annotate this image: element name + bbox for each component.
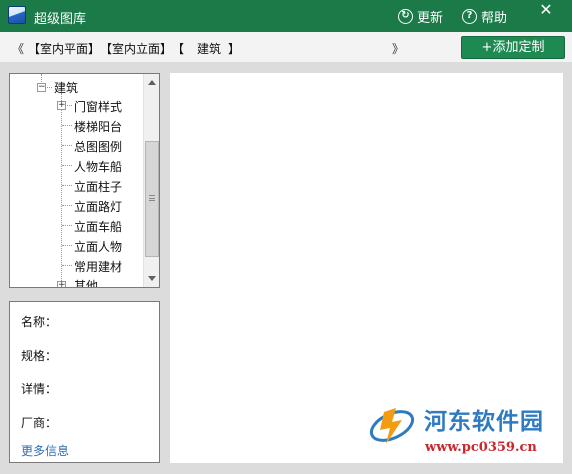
expand-icon[interactable]: + — [57, 101, 66, 110]
scroll-thumb[interactable] — [145, 141, 159, 257]
tree-item-people-vehicles[interactable]: 人物车船 — [74, 158, 122, 175]
breadcrumb-item-interior-elevation[interactable]: 【室内立面】 — [100, 40, 172, 57]
watermark-title: 河东软件园 — [424, 408, 544, 435]
help-label: 帮助 — [481, 11, 508, 26]
grip-icon — [149, 195, 155, 201]
tree-item-site-legend[interactable]: 总图图例 — [74, 138, 122, 155]
breadcrumb-item-architecture[interactable]: 建筑 — [197, 40, 221, 57]
help-icon: ? — [462, 9, 477, 24]
category-tree[interactable]: − 建筑 + 门窗样式 楼梯阳台 总图图例 人物车船 立面柱子 立面路灯 立面车… — [9, 73, 160, 288]
refresh-label: 更新 — [417, 11, 444, 26]
watermark-url: www.pc0359.cn — [425, 440, 537, 455]
scroll-down-icon[interactable] — [148, 276, 156, 281]
tree-item-stairs-balcony[interactable]: 楼梯阳台 — [74, 118, 122, 135]
scroll-up-icon[interactable] — [148, 80, 156, 85]
app-title: 超级图库 — [34, 12, 87, 27]
tree-item-door-window[interactable]: 门窗样式 — [74, 98, 122, 115]
detail-label: 详情： — [21, 382, 58, 396]
item-info-panel: 名称： 规格： 详情： 厂商： 更多信息 — [9, 301, 160, 463]
help-button[interactable]: ? 帮助 — [462, 7, 507, 26]
title-bar: 超级图库 ↻ 更新 ? 帮助 ✕ — [0, 0, 572, 32]
tree-item-other[interactable]: 其他 — [74, 277, 98, 287]
more-info-link[interactable]: 更多信息 — [21, 442, 69, 459]
tree-item-elevation-columns[interactable]: 立面柱子 — [74, 178, 122, 195]
tree-scrollbar[interactable] — [143, 74, 159, 287]
close-button[interactable]: ✕ — [524, 0, 568, 20]
collapse-icon[interactable]: − — [37, 83, 46, 92]
tree-item-elevation-vehicles[interactable]: 立面车船 — [74, 218, 122, 235]
breadcrumb-item-interior-plan[interactable]: 【室内平面】 — [28, 40, 100, 57]
refresh-button[interactable]: ↻ 更新 — [398, 7, 443, 26]
refresh-icon: ↻ — [398, 9, 413, 24]
add-custom-button[interactable]: +添加定制 — [461, 36, 565, 59]
tree-item-elevation-streetlights[interactable]: 立面路灯 — [74, 198, 122, 215]
expand-icon[interactable]: + — [57, 281, 66, 287]
name-label: 名称： — [21, 315, 58, 329]
watermark-logo-icon — [369, 408, 415, 444]
breadcrumb-bracket-open: 【 — [172, 42, 185, 56]
breadcrumb-bracket-close: 】 — [228, 42, 241, 56]
breadcrumb-next-button[interactable]: 》 — [392, 40, 404, 57]
vendor-label: 厂商： — [21, 416, 58, 430]
breadcrumb-prev-button[interactable]: 《 — [12, 40, 24, 57]
tree-item-architecture[interactable]: 建筑 — [54, 79, 78, 96]
spec-label: 规格： — [21, 349, 58, 363]
tree-item-common-materials[interactable]: 常用建材 — [74, 258, 122, 275]
app-logo-icon — [8, 6, 26, 24]
tree-item-elevation-people[interactable]: 立面人物 — [74, 238, 122, 255]
